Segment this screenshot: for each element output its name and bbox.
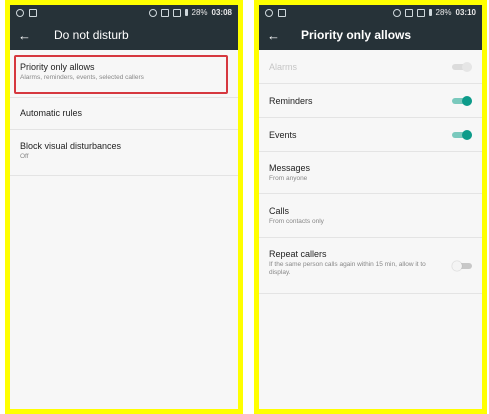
image-icon xyxy=(29,8,37,17)
item-title: Alarms xyxy=(269,62,298,72)
back-arrow-icon[interactable]: ← xyxy=(267,28,289,43)
item-subtitle: From anyone xyxy=(269,175,308,182)
setting-block-visual[interactable]: Block visual disturbances Off xyxy=(10,130,238,176)
alarm-icon xyxy=(392,8,401,17)
repeat-callers-toggle[interactable] xyxy=(452,260,472,271)
item-title: Automatic rules xyxy=(20,108,83,118)
item-subtitle: From contacts only xyxy=(269,218,324,225)
setting-priority-only[interactable]: Priority only allows Alarms, reminders, … xyxy=(10,50,238,98)
status-bar: 28% 03:08 xyxy=(10,5,238,20)
item-title: Priority only allows xyxy=(20,62,95,72)
right-screen: 28% 03:10 ← Priority only allows Alarms … xyxy=(254,0,487,414)
status-time: 03:08 xyxy=(211,8,232,17)
image-icon xyxy=(278,8,286,17)
item-title: Messages xyxy=(269,163,311,173)
alarm-icon xyxy=(148,8,157,17)
signal-icon xyxy=(160,8,169,17)
item-title: Reminders xyxy=(269,96,313,106)
app-bar: ← Priority only allows xyxy=(259,20,482,50)
item-title: Calls xyxy=(269,206,290,216)
page-title: Do not disturb xyxy=(54,28,129,42)
reminders-toggle[interactable] xyxy=(452,95,472,106)
battery-icon xyxy=(428,9,432,16)
setting-events[interactable]: Events xyxy=(259,118,482,152)
status-bar: 28% 03:10 xyxy=(259,5,482,20)
signal-icon xyxy=(404,8,413,17)
setting-calls[interactable]: Calls From contacts only xyxy=(259,194,482,238)
setting-repeat-callers[interactable]: Repeat callers If the same person calls … xyxy=(259,238,482,294)
status-time: 03:10 xyxy=(455,8,476,17)
notification-icon xyxy=(265,8,273,17)
signal-icon-2 xyxy=(416,8,425,17)
signal-icon-2 xyxy=(172,8,181,17)
events-toggle[interactable] xyxy=(452,129,472,140)
setting-alarms: Alarms xyxy=(259,50,482,84)
battery-icon xyxy=(184,9,188,16)
battery-percent: 28% xyxy=(191,8,208,17)
item-title: Block visual disturbances xyxy=(20,141,122,151)
back-arrow-icon[interactable]: ← xyxy=(18,28,40,43)
item-title: Events xyxy=(269,130,297,140)
alarms-toggle xyxy=(452,61,472,72)
item-title: Repeat callers xyxy=(269,249,327,259)
item-subtitle: Off xyxy=(20,153,29,160)
item-subtitle: If the same person calls again within 15… xyxy=(269,261,426,277)
page-title: Priority only allows xyxy=(301,28,412,42)
setting-reminders[interactable]: Reminders xyxy=(259,84,482,118)
setting-messages[interactable]: Messages From anyone xyxy=(259,152,482,194)
item-subtitle: Alarms, reminders, events, selected call… xyxy=(20,74,144,81)
setting-automatic-rules[interactable]: Automatic rules xyxy=(10,98,238,130)
app-bar: ← Do not disturb xyxy=(10,20,238,50)
left-screen: 28% 03:08 ← Do not disturb Priority only… xyxy=(5,0,243,414)
battery-percent: 28% xyxy=(435,8,452,17)
notification-icon xyxy=(16,8,24,17)
